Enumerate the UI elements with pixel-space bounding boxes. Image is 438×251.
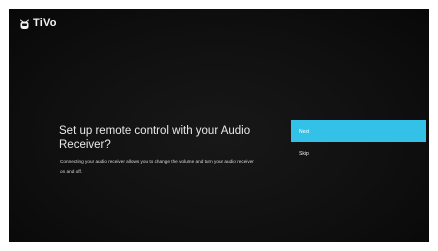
skip-button[interactable]: Skip <box>291 142 426 164</box>
tv-screen: TiVo Set up remote control with your Aud… <box>9 9 429 242</box>
options-menu: Next Skip <box>291 120 426 164</box>
setup-description: Connecting your audio receiver allows yo… <box>60 159 254 174</box>
brand-name: TiVo <box>33 17 57 29</box>
next-button[interactable]: Next <box>291 120 426 142</box>
tivo-robot-icon <box>20 19 29 29</box>
setup-heading: Set up remote control with your Audio Re… <box>59 125 251 151</box>
tivo-logo: TiVo <box>19 17 57 30</box>
